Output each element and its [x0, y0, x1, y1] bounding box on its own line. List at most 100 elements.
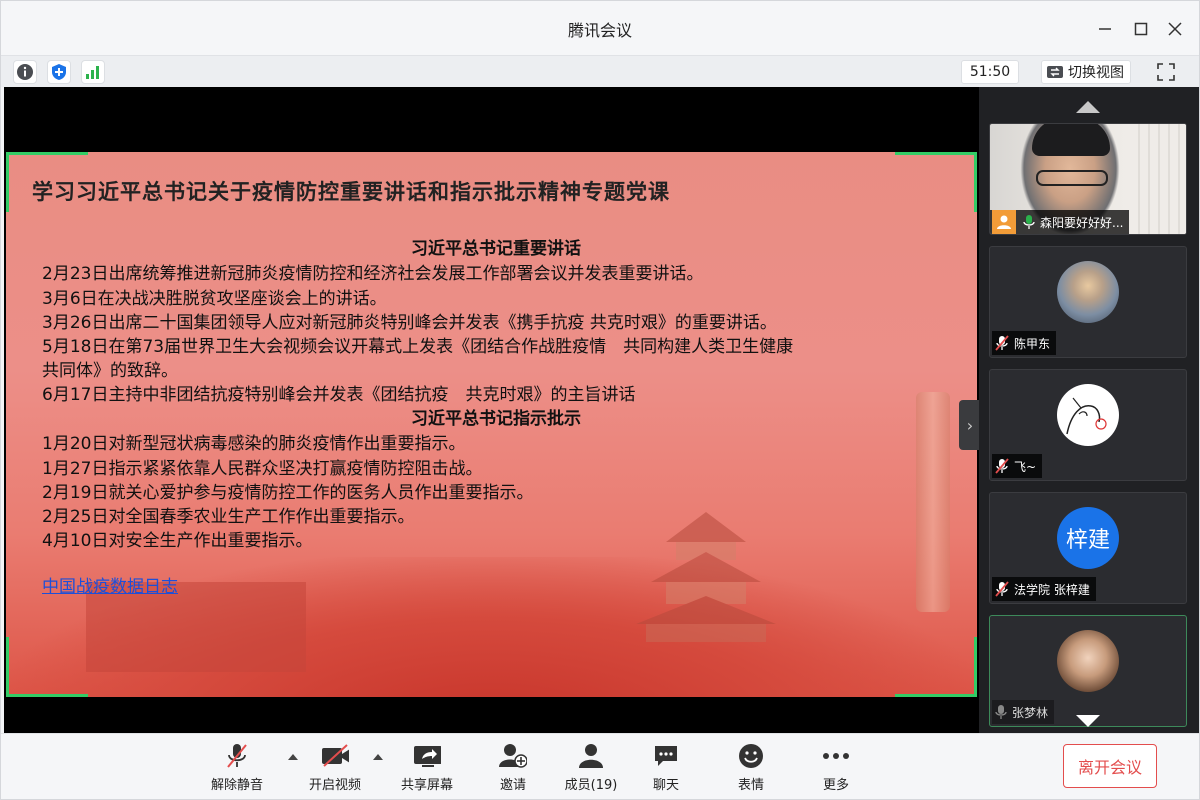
video-glasses: [1036, 170, 1108, 186]
participant-name: 飞~: [1014, 459, 1037, 474]
slide-text-line: 共同体》的致辞。: [42, 361, 178, 381]
members-icon: [579, 744, 603, 768]
scroll-down-arrow-icon[interactable]: [1076, 715, 1100, 727]
slide-text-line: 1月27日指示紧紧依靠人民群众坚决打赢疫情防控阻击战。: [42, 459, 483, 479]
chevron-right-icon: ›: [966, 415, 974, 435]
microphone-muted-icon: [995, 581, 1009, 597]
meeting-timer: 51:50: [961, 60, 1019, 84]
share-frame-corner: [6, 637, 88, 697]
participant-name: 张梦林: [1012, 705, 1049, 720]
switch-view-label: 切换视图: [1068, 65, 1124, 81]
title-bar: 腾讯会议: [1, 1, 1199, 55]
info-icon: [17, 64, 33, 80]
microphone-icon: [995, 705, 1007, 719]
invite-button[interactable]: 邀请: [481, 742, 545, 794]
more-label: 更多: [822, 778, 849, 793]
slide-text-line: 3月26日出席二十国集团领导人应对新冠肺炎特别峰会并发表《携手抗疫 共克时艰》的…: [42, 313, 777, 333]
minimize-button[interactable]: [1091, 15, 1119, 43]
participant-name: 法学院 张梓建: [1014, 582, 1090, 597]
window-title: 腾讯会议: [567, 21, 632, 40]
participant-avatar: [1057, 384, 1119, 446]
network-status-button[interactable]: [81, 60, 105, 84]
meeting-info-bar: 51:50 切换视图: [1, 55, 1199, 87]
camera-off-icon: [322, 744, 349, 767]
shared-screen-area[interactable]: 学习习近平总书记关于疫情防控重要讲话和指示批示精神专题党课 习近平总书记重要讲话…: [4, 87, 981, 733]
meeting-window: 腾讯会议 51:50 切换视图 学习习近平总书记关于疫情防控重要讲话和指示批示精…: [0, 0, 1200, 800]
microphone-muted-icon: [995, 458, 1009, 474]
emoji-button[interactable]: 表情: [719, 742, 783, 794]
participant-sidebar: 森阳要好好好... 陈甲东 飞~ 梓建 法学院 张梓建 张梦林: [979, 87, 1199, 733]
emoji-icon: [739, 744, 763, 768]
share-frame-corner: [895, 152, 977, 212]
invite-user-icon: [499, 744, 527, 768]
switch-view-button[interactable]: 切换视图: [1041, 60, 1131, 84]
collapse-sidebar-button[interactable]: ›: [959, 400, 981, 450]
slide-section-heading: 习近平总书记重要讲话: [411, 239, 581, 259]
members-button[interactable]: 成员(19): [559, 742, 623, 794]
participant-tile[interactable]: 森阳要好好好...: [989, 123, 1187, 235]
audio-options-caret-icon[interactable]: [288, 754, 298, 760]
participant-tile[interactable]: 飞~: [989, 369, 1187, 481]
more-button[interactable]: 更多: [804, 742, 868, 794]
security-button[interactable]: [47, 60, 71, 84]
participant-name-bar: 法学院 张梓建: [992, 577, 1096, 601]
participant-tile[interactable]: 陈甲东: [989, 246, 1187, 358]
fullscreen-button[interactable]: [1153, 60, 1179, 84]
slide-text-line: 2月23日出席统筹推进新冠肺炎疫情防控和经济社会发展工作部署会议并发表重要讲话。: [42, 264, 704, 284]
microphone-muted-icon: [995, 335, 1009, 351]
video-options-caret-icon[interactable]: [373, 754, 383, 760]
members-label: 成员(19): [564, 778, 618, 793]
chat-button[interactable]: 聊天: [634, 742, 698, 794]
slide-text-line: 2月19日就关心爱护参与疫情防控工作的医务人员作出重要指示。: [42, 483, 534, 503]
share-frame-corner: [6, 152, 88, 212]
more-icon: [823, 753, 849, 759]
share-screen-button[interactable]: 共享屏幕: [395, 742, 459, 794]
scroll-up-arrow-icon[interactable]: [1076, 101, 1100, 113]
maximize-button[interactable]: [1127, 15, 1155, 43]
slide-text-line: 4月10日对安全生产作出重要指示。: [42, 531, 313, 551]
share-screen-icon: [414, 746, 441, 767]
participant-avatar: [1057, 630, 1119, 692]
invite-label: 邀请: [499, 778, 526, 793]
participant-tile[interactable]: 梓建 法学院 张梓建: [989, 492, 1187, 604]
participant-name-bar: 张梦林: [992, 700, 1055, 724]
unmute-label: 解除静音: [210, 778, 263, 793]
leave-meeting-button[interactable]: 离开会议: [1063, 744, 1157, 788]
slide-hyperlink[interactable]: 中国战疫数据日志: [42, 572, 178, 597]
participant-name: 森阳要好好好...: [1040, 215, 1124, 230]
slide-text-line: 3月6日在决战决胜脱贫攻坚座谈会上的讲话。: [42, 289, 387, 309]
slide-text-line: 5月18日在第73届世界卫生大会视频会议开幕式上发表《团结合作战胜疫情 共同构建…: [42, 337, 794, 357]
slide-section-heading: 习近平总书记指示批示: [411, 409, 581, 429]
meeting-info-button[interactable]: [13, 60, 37, 84]
slide-title: 学习习近平总书记关于疫情防控重要讲话和指示批示精神专题党课: [32, 180, 670, 204]
shared-slide: 学习习近平总书记关于疫情防控重要讲话和指示批示精神专题党课 习近平总书记重要讲话…: [6, 152, 977, 697]
participant-tile[interactable]: 张梦林: [989, 615, 1187, 727]
unmute-button[interactable]: 解除静音: [205, 742, 269, 794]
shield-icon: [52, 64, 66, 80]
share-screen-label: 共享屏幕: [400, 778, 453, 793]
share-frame-corner: [895, 637, 977, 697]
sketch-avatar-drawing: [1066, 397, 1107, 435]
participant-name-bar: 森阳要好好好...: [990, 210, 1130, 234]
host-icon: [992, 210, 1016, 234]
signal-icon: [86, 66, 99, 79]
participant-name: 陈甲东: [1014, 336, 1051, 351]
microphone-icon: [1023, 215, 1035, 229]
fullscreen-icon: [1157, 63, 1175, 81]
start-video-button[interactable]: 开启视频: [303, 742, 367, 794]
slide-text-line: 1月20日对新型冠状病毒感染的肺炎疫情作出重要指示。: [42, 434, 466, 454]
chat-label: 聊天: [652, 778, 679, 793]
participant-name-bar: 飞~: [992, 454, 1043, 478]
slide-text-line: 6月17日主持中非团结抗疫特别峰会并发表《团结抗疫 共克时艰》的主旨讲话: [42, 385, 636, 405]
close-button[interactable]: [1161, 15, 1189, 43]
video-background: [1130, 124, 1186, 234]
start-video-label: 开启视频: [308, 778, 361, 793]
meeting-toolbar: 解除静音 开启视频 共享屏幕 邀请 成员(19) 聊天 表情 更多 离开会议: [1, 733, 1199, 799]
switch-view-icon: [1047, 66, 1063, 78]
chat-icon: [655, 746, 677, 766]
video-hair: [1032, 124, 1110, 156]
minimize-icon: [1099, 28, 1111, 30]
participant-name-bar: 陈甲东: [992, 331, 1057, 355]
participant-avatar: [1057, 261, 1119, 323]
close-icon: [1168, 22, 1182, 36]
